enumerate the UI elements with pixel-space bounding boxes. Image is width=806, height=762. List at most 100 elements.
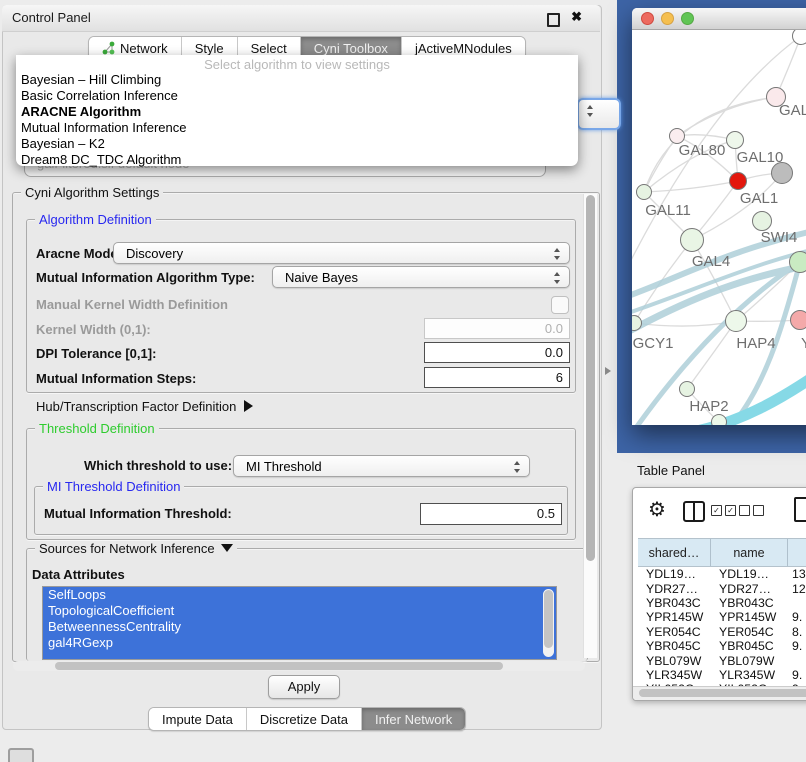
network-node-swi4[interactable]	[752, 211, 772, 231]
table-row[interactable]: YBR043CYBR043C	[638, 596, 806, 610]
network-node[interactable]	[771, 162, 793, 184]
network-node[interactable]	[789, 251, 806, 273]
network-node-hap4[interactable]	[725, 310, 747, 332]
node-label: GAL	[779, 102, 806, 119]
subtab-infer-network[interactable]: Infer Network	[362, 708, 465, 730]
hub-definition-toggle[interactable]: Hub/Transcription Factor Definition	[36, 399, 253, 414]
network-node[interactable]	[792, 30, 806, 45]
document-icon[interactable]	[794, 497, 806, 522]
settings-horizontal-scrollbar[interactable]	[13, 661, 585, 671]
column-header-shared[interactable]: shared…	[638, 539, 711, 566]
attribute-item-betweennesscentrality[interactable]: BetweennessCentrality	[43, 619, 556, 635]
settings-vertical-scrollbar[interactable]	[583, 194, 597, 658]
deselect-all-icon[interactable]	[739, 505, 764, 516]
table-cell: YDL19…	[711, 567, 788, 581]
table-toolbar: ⚙ ✓✓	[633, 488, 806, 538]
table-panel-title: Table Panel	[637, 463, 705, 478]
network-canvas[interactable]: GALGAL80GAL10GAL1GAL11SWI4GAL4GCY1HAP4YH…	[632, 30, 806, 425]
network-node-gal1[interactable]	[729, 172, 747, 190]
list-scrollbar-thumb[interactable]	[544, 590, 553, 648]
float-window-icon[interactable]	[547, 13, 560, 27]
dpi-tolerance-field[interactable]: 0.0	[424, 342, 570, 363]
attribute-item-selfloops[interactable]: SelfLoops	[43, 587, 556, 603]
network-view-window[interactable]: GALGAL80GAL10GAL1GAL11SWI4GAL4GCY1HAP4YH…	[632, 8, 806, 425]
algorithm-option-dream8-dc-tdc-algorithm[interactable]: Dream8 DC_TDC Algorithm	[16, 152, 578, 168]
which-threshold-select[interactable]: MI Threshold	[233, 455, 530, 477]
select-all-icon[interactable]: ✓✓	[711, 505, 736, 516]
stepper-arrows-icon	[554, 248, 561, 260]
column-chooser-icon[interactable]	[683, 501, 705, 522]
node-label: GAL80	[679, 142, 726, 159]
algorithm-option-basic-correlation-inference[interactable]: Basic Correlation Inference	[16, 88, 578, 104]
column-header-cut[interactable]	[788, 539, 806, 566]
network-node[interactable]	[711, 414, 727, 425]
table-cell: YPR145W	[711, 610, 788, 624]
network-node-hap2[interactable]	[679, 381, 695, 397]
table-horizontal-scrollbar[interactable]	[633, 686, 806, 700]
minimized-panel-icon[interactable]	[8, 748, 34, 762]
table-cell: YDR27…	[638, 582, 711, 596]
control-panel-titlebar[interactable]: Control Panel ✖	[2, 5, 600, 32]
tab-label: Select	[251, 41, 287, 56]
mi-algorithm-type-select[interactable]: Naive Bayes	[272, 266, 570, 288]
data-attributes-list[interactable]: SelfLoopsTopologicalCoefficientBetweenne…	[42, 586, 557, 660]
settings-vscroll-thumb[interactable]	[586, 195, 595, 561]
focused-combobox-fragment[interactable]	[577, 98, 621, 130]
table-cell: YLR345W	[711, 668, 788, 682]
network-window-titlebar[interactable]	[632, 8, 806, 30]
network-node-gal11[interactable]	[636, 184, 652, 200]
column-header-name[interactable]: name	[711, 539, 788, 566]
tab-label: Network	[120, 41, 168, 56]
kernel-width-field[interactable]: 0.0	[424, 318, 570, 339]
close-traffic-light-icon[interactable]	[641, 12, 654, 25]
algorithm-definition-title: Algorithm Definition	[35, 212, 156, 227]
node-label: Y	[801, 335, 806, 352]
table-row[interactable]: YDL19…YDL19…13	[638, 567, 806, 581]
node-label: HAP2	[689, 398, 728, 415]
attribute-item-topologicalcoefficient[interactable]: TopologicalCoefficient	[43, 603, 556, 619]
table-cell: 12	[788, 582, 806, 596]
sources-group-title[interactable]: Sources for Network Inference	[35, 541, 237, 556]
table-cell: YBL079W	[638, 654, 711, 668]
network-graph-icon	[102, 41, 115, 55]
table-row[interactable]: YBL079WYBL079W	[638, 653, 806, 667]
settings-hscroll-thumb[interactable]	[55, 662, 503, 670]
table-row[interactable]: YDR27…YDR27…12	[638, 581, 806, 595]
algorithm-option-mutual-information-inference[interactable]: Mutual Information Inference	[16, 120, 578, 136]
zoom-traffic-light-icon[interactable]	[681, 12, 694, 25]
algorithm-option-aracne-algorithm[interactable]: ARACNE Algorithm	[16, 104, 578, 120]
table-row[interactable]: YLR345WYLR345W9.	[638, 668, 806, 682]
close-icon[interactable]: ✖	[571, 9, 582, 25]
settings-gear-icon[interactable]: ⚙	[648, 497, 666, 522]
table-cell: 8.	[788, 625, 806, 639]
list-scrollbar[interactable]	[543, 589, 554, 657]
network-node-gal10[interactable]	[726, 131, 744, 149]
mi-threshold-field[interactable]: 0.5	[420, 503, 562, 525]
algorithm-option-bayesian-hill-climbing[interactable]: Bayesian – Hill Climbing	[16, 72, 578, 88]
threshold-definition-title: Threshold Definition	[35, 421, 159, 436]
minimize-traffic-light-icon[interactable]	[661, 12, 674, 25]
dpi-tolerance-label: DPI Tolerance [0,1]:	[36, 346, 156, 361]
mi-algorithm-type-label: Mutual Information Algorithm Type:	[36, 270, 255, 285]
table-row[interactable]: YPR145WYPR145W9.	[638, 610, 806, 624]
apply-button[interactable]: Apply	[268, 675, 340, 699]
table-row[interactable]: YBR045CYBR045C9.	[638, 639, 806, 653]
table-cell: YER054C	[638, 625, 711, 639]
table-header-row: shared…name	[638, 538, 806, 567]
attribute-item-gal4rgexp[interactable]: gal4RGexp	[43, 635, 556, 651]
mi-steps-field[interactable]: 6	[424, 367, 570, 388]
algorithm-option-bayesian-k2[interactable]: Bayesian – K2	[16, 136, 578, 152]
network-node-gal4[interactable]	[680, 228, 704, 252]
aracne-mode-select[interactable]: Discovery	[113, 242, 570, 264]
manual-kernel-width-checkbox[interactable]	[551, 296, 569, 314]
subtab-discretize-data[interactable]: Discretize Data	[247, 708, 362, 730]
node-label: HAP4	[736, 335, 775, 352]
table-cell: YBR045C	[711, 639, 788, 653]
splitter-handle-icon[interactable]	[605, 367, 611, 375]
cyni-toolbox-subtabs: Impute DataDiscretize DataInfer Network	[148, 707, 466, 731]
table-hscroll-thumb[interactable]	[639, 689, 806, 697]
subtab-impute-data[interactable]: Impute Data	[149, 708, 247, 730]
network-node-y[interactable]	[790, 310, 806, 330]
mi-steps-label: Mutual Information Steps:	[36, 371, 196, 386]
table-row[interactable]: YER054CYER054C8.	[638, 625, 806, 639]
